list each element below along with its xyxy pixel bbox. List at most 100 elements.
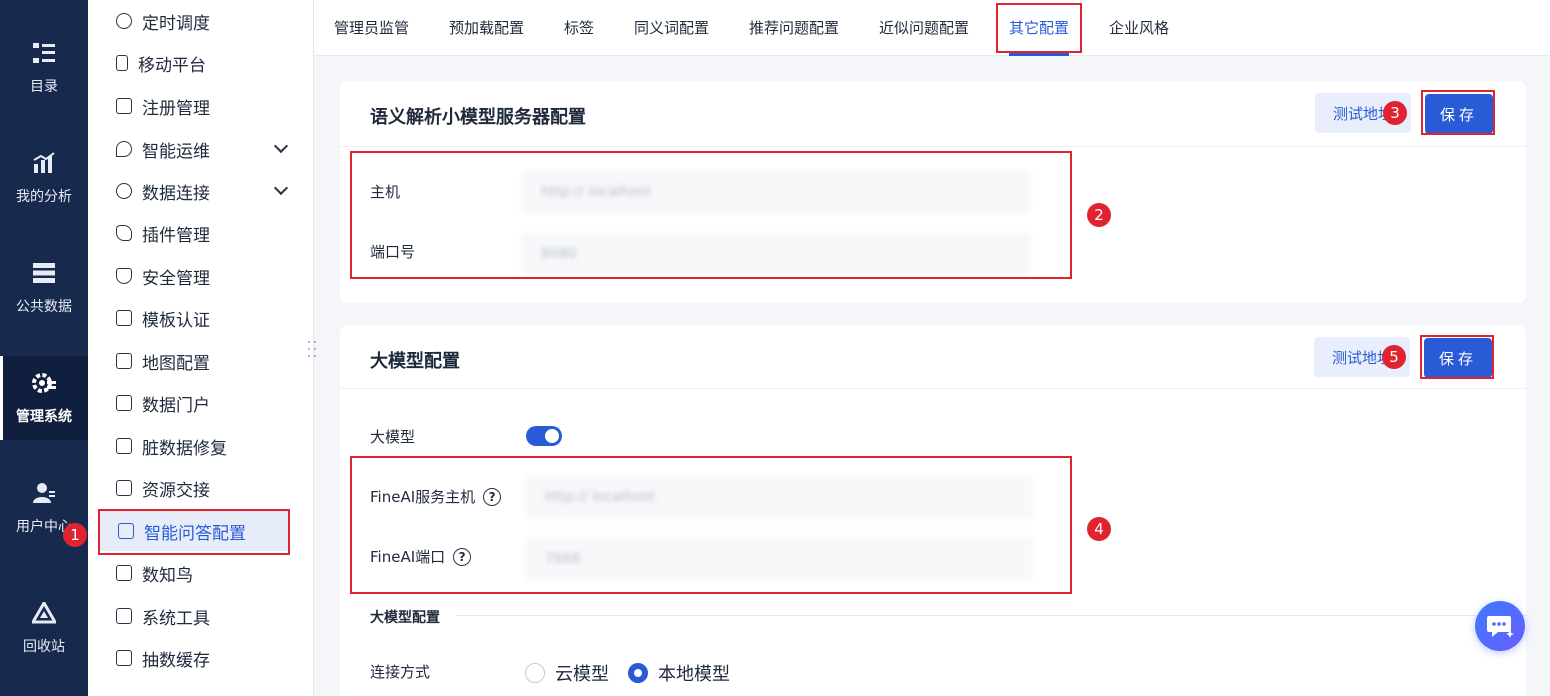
radio-label: 云模型 bbox=[555, 664, 609, 685]
tab-enterprise-style[interactable]: 企业风格 bbox=[1109, 0, 1169, 56]
handover-icon bbox=[116, 480, 132, 496]
chevron-down-icon bbox=[273, 180, 289, 196]
rail-label: 管理系统 bbox=[16, 409, 72, 425]
menu-item-label: 数知鸟 bbox=[142, 565, 193, 586]
menu-item-template-cert[interactable]: 模板认证 bbox=[98, 298, 300, 338]
save-button[interactable]: 保存 bbox=[1425, 94, 1493, 134]
map-icon bbox=[116, 353, 132, 369]
clock-icon bbox=[116, 13, 132, 29]
menu-item-dirty-data[interactable]: 脏数据修复 bbox=[98, 426, 300, 466]
help-icon[interactable]: ? bbox=[453, 547, 472, 566]
section-divider bbox=[456, 615, 1526, 616]
connect-mode-label: 连接方式 bbox=[370, 663, 431, 681]
section-title: 大模型配置 bbox=[370, 610, 440, 626]
copy-icon bbox=[116, 650, 132, 666]
menu-item-label: 模板认证 bbox=[142, 310, 210, 331]
puzzle-icon bbox=[116, 225, 132, 241]
menu-item-shuzhiniao[interactable]: 数知鸟 bbox=[98, 553, 300, 593]
menu-item-label: 移动平台 bbox=[138, 55, 206, 76]
card-title: 语义解析小模型服务器配置 bbox=[370, 107, 586, 128]
menu-item-smart-qa[interactable]: 智能问答配置 bbox=[100, 511, 288, 551]
menu-item-register[interactable]: 注册管理 bbox=[98, 86, 300, 126]
menu-item-ops[interactable]: 智能运维 bbox=[98, 129, 300, 169]
menu-item-portal[interactable]: 数据门户 bbox=[98, 383, 300, 423]
portal-chart-icon bbox=[116, 395, 132, 411]
large-model-toggle[interactable] bbox=[526, 426, 562, 446]
rail-label: 公共数据 bbox=[16, 299, 72, 315]
copy-icon bbox=[116, 565, 132, 581]
radio-cloud-model[interactable]: 云模型 bbox=[525, 660, 609, 686]
database-icon bbox=[31, 260, 57, 286]
tab-preload[interactable]: 预加载配置 bbox=[449, 0, 524, 56]
menu-item-label: 注册管理 bbox=[142, 98, 210, 119]
rail-item-manage-system[interactable]: 管理系统 bbox=[0, 356, 88, 440]
menu-item-system-tools[interactable]: 系统工具 bbox=[98, 596, 300, 636]
tab-recommend[interactable]: 推荐问题配置 bbox=[749, 0, 839, 56]
annotation-badge-2: 2 bbox=[1087, 203, 1111, 227]
chevron-down-icon bbox=[273, 138, 289, 154]
template-edit-icon bbox=[116, 310, 132, 326]
menu-item-data-connect[interactable]: 数据连接 bbox=[98, 171, 300, 211]
menu-item-map[interactable]: 地图配置 bbox=[98, 341, 300, 381]
annotation-badge-5: 5 bbox=[1382, 345, 1406, 369]
copy-icon bbox=[116, 608, 132, 624]
catalog-icon bbox=[31, 40, 57, 66]
tab-other-config[interactable]: 其它配置 bbox=[1009, 0, 1070, 56]
shield-icon bbox=[116, 268, 132, 284]
tab-synonyms[interactable]: 同义词配置 bbox=[634, 0, 709, 56]
tab-admin-monitor[interactable]: 管理员监管 bbox=[334, 0, 409, 56]
menu-item-label: 数据连接 bbox=[142, 183, 210, 204]
host-input[interactable]: http:// localhost bbox=[522, 171, 1030, 213]
menu-item-extract-cache[interactable]: 抽数缓存 bbox=[98, 638, 300, 678]
menu-item-label: 地图配置 bbox=[142, 353, 210, 374]
port-label: 端口号 bbox=[370, 243, 416, 261]
menu-item-mobile[interactable]: 移动平台 bbox=[98, 43, 300, 83]
menu-item-label: 数据门户 bbox=[142, 395, 210, 416]
large-model-switch-label: 大模型 bbox=[370, 428, 416, 446]
annotation-badge-1: 1 bbox=[63, 523, 87, 547]
resize-handle[interactable] bbox=[308, 341, 318, 359]
fineai-port-input[interactable]: 7666 bbox=[526, 538, 1032, 580]
fineai-host-input[interactable]: http:// localhost bbox=[526, 476, 1032, 518]
menu-item-plugin[interactable]: 插件管理 bbox=[98, 213, 300, 253]
menu-item-label: 定时调度 bbox=[142, 13, 210, 34]
gear-manage-icon bbox=[31, 370, 57, 396]
menu-item-label: 智能运维 bbox=[142, 141, 210, 162]
port-input[interactable]: 8080 bbox=[522, 233, 1030, 275]
radio-local-model[interactable]: 本地模型 bbox=[628, 660, 730, 686]
help-icon[interactable]: ? bbox=[483, 487, 502, 506]
rail-item-recycle[interactable]: 回收站 bbox=[0, 586, 88, 670]
radio-unchecked-icon bbox=[525, 663, 545, 683]
menu-item-schedule[interactable]: 定时调度 bbox=[98, 1, 300, 41]
rail-item-public-data[interactable]: 公共数据 bbox=[0, 246, 88, 330]
save-button-2[interactable]: 保存 bbox=[1424, 338, 1492, 378]
tab-similar[interactable]: 近似问题配置 bbox=[879, 0, 969, 56]
host-label: 主机 bbox=[370, 183, 401, 201]
menu-item-label: 抽数缓存 bbox=[142, 650, 210, 671]
menu-item-security[interactable]: 安全管理 bbox=[98, 256, 300, 296]
rail-label: 我的分析 bbox=[16, 189, 72, 205]
chat-assistant-button[interactable] bbox=[1475, 601, 1525, 651]
chat-bubble-icon bbox=[1487, 616, 1514, 638]
tab-tags[interactable]: 标签 bbox=[564, 0, 594, 56]
menu-item-label: 脏数据修复 bbox=[142, 438, 227, 459]
rail-item-my-analysis[interactable]: 我的分析 bbox=[0, 136, 88, 220]
annotation-badge-3: 3 bbox=[1383, 101, 1407, 125]
annotation-badge-4: 4 bbox=[1087, 517, 1111, 541]
left-rail: 目录 我的分析 公共数据 管理系统 用户中心 回收站 bbox=[0, 0, 88, 696]
fineai-host-label: FineAI服务主机? bbox=[370, 486, 502, 507]
menu-item-handover[interactable]: 资源交接 bbox=[98, 468, 300, 508]
rail-label: 回收站 bbox=[23, 639, 65, 655]
menu-item-label: 智能问答配置 bbox=[144, 523, 246, 544]
menu-item-label: 安全管理 bbox=[142, 268, 210, 289]
menu-item-label: 插件管理 bbox=[142, 225, 210, 246]
phone-icon bbox=[116, 55, 128, 71]
repair-icon bbox=[116, 438, 132, 454]
ops-icon bbox=[116, 141, 132, 157]
register-icon bbox=[116, 98, 132, 114]
fineai-port-label: FineAI端口? bbox=[370, 546, 472, 567]
menu-item-label: 系统工具 bbox=[142, 608, 210, 629]
rail-item-catalog[interactable]: 目录 bbox=[0, 26, 88, 110]
fineai-port-label-text: FineAI端口 bbox=[370, 548, 446, 566]
recycle-icon bbox=[31, 600, 57, 626]
